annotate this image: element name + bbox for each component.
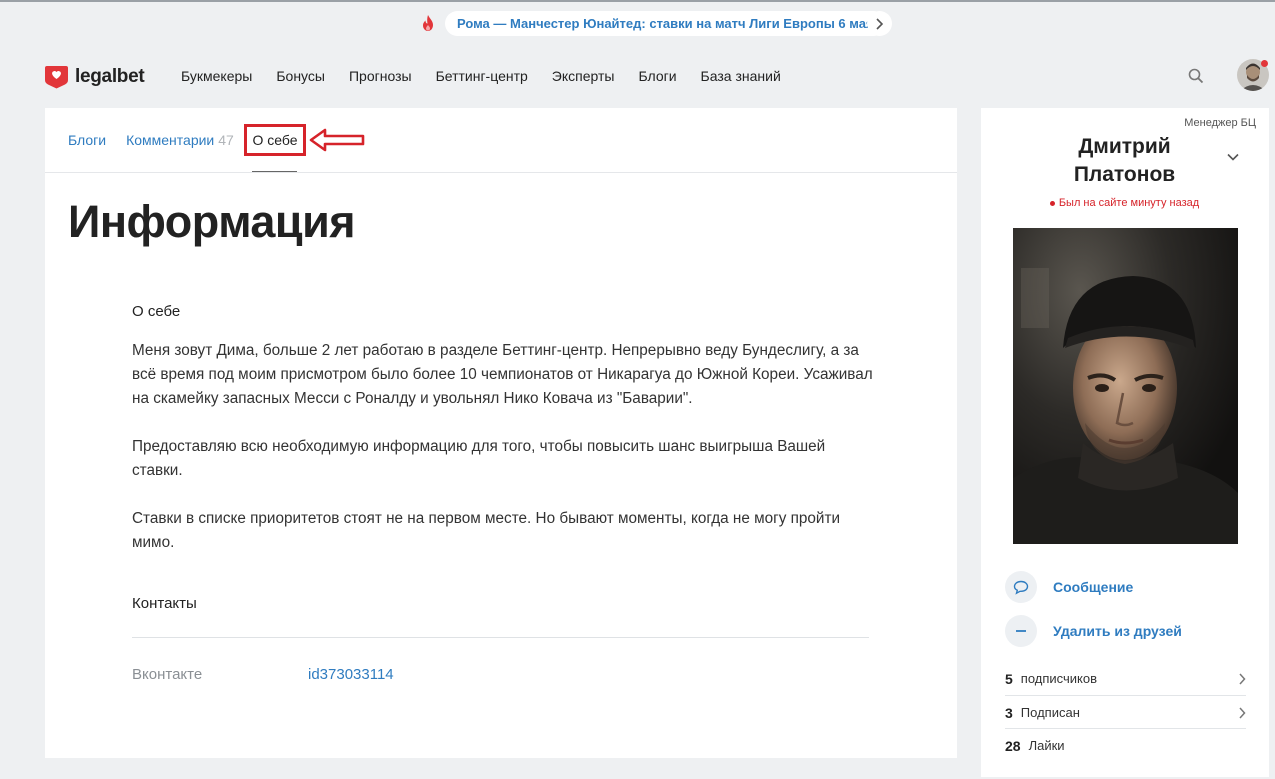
chevron-right-icon	[876, 18, 884, 30]
main-nav: Букмекеры Бонусы Прогнозы Беттинг-центр …	[181, 68, 805, 84]
nav-item-experts[interactable]: Эксперты	[552, 68, 615, 84]
nav-item-bonuses[interactable]: Бонусы	[276, 68, 325, 84]
contact-link-vk[interactable]: id373033114	[308, 666, 394, 683]
nav-item-predictions[interactable]: Прогнозы	[349, 68, 412, 84]
profile-photo-image	[1013, 228, 1238, 544]
following-label: Подписан	[1020, 705, 1080, 720]
chevron-right-icon	[1239, 707, 1246, 719]
tab-comments-label: Комментарии	[126, 132, 215, 148]
promo-next-button[interactable]	[867, 11, 892, 36]
tab-comments-count: 47	[218, 132, 234, 148]
unfriend-button-label: Удалить из друзей	[1053, 623, 1182, 639]
site-logo[interactable]: legalbet	[44, 64, 145, 89]
followers-count: 5	[1005, 670, 1013, 687]
user-name: Дмитрий Платонов	[981, 133, 1268, 189]
page-title: Информация	[68, 196, 356, 247]
tab-blogs[interactable]: Блоги	[68, 132, 106, 148]
message-icon	[1013, 580, 1029, 595]
message-button-label: Сообщение	[1053, 579, 1134, 595]
chevron-right-icon	[1239, 673, 1246, 685]
minus-icon-circle	[1005, 615, 1037, 647]
likes-label: Лайки	[1028, 738, 1065, 753]
search-icon[interactable]	[1188, 68, 1204, 84]
contacts-heading: Контакты	[132, 595, 197, 612]
promo-banner: Рома — Манчестер Юнайтед: ставки на матч…	[0, 2, 1275, 44]
fire-icon	[423, 15, 433, 31]
about-heading: О себе	[132, 303, 181, 320]
legalbet-logo-icon	[45, 66, 68, 89]
contacts-divider	[132, 637, 869, 638]
profile-main-card: Блоги Комментарии 47 О себе Информация О …	[45, 108, 957, 758]
minus-icon	[1016, 630, 1026, 632]
online-status-text: Был на сайте минуту назад	[1058, 197, 1200, 209]
user-first-name: Дмитрий	[1078, 135, 1171, 158]
contact-name-vk: Вконтакте	[132, 666, 203, 683]
online-dot	[1049, 200, 1055, 206]
stat-likes: 28 Лайки	[1005, 729, 1246, 762]
unfriend-button[interactable]: Удалить из друзей	[1005, 615, 1182, 647]
profile-tabs: Блоги Комментарии 47	[68, 132, 254, 148]
nav-item-bookmakers[interactable]: Букмекеры	[181, 68, 252, 84]
nav-item-knowledge-base[interactable]: База знаний	[701, 68, 781, 84]
about-paragraph: Предоставляю всю необходимую информацию …	[132, 438, 826, 479]
about-text: Меня зовут Дима, больше 2 лет работаю в …	[132, 339, 877, 579]
logo-text: legalbet	[75, 65, 145, 87]
stat-following[interactable]: 3 Подписан	[1005, 696, 1246, 729]
red-arrow-icon	[309, 128, 365, 152]
chevron-down-icon[interactable]	[1226, 152, 1240, 162]
followers-label: подписчиков	[1020, 671, 1098, 686]
following-count: 3	[1005, 704, 1013, 721]
nav-item-betting-center[interactable]: Беттинг-центр	[436, 68, 528, 84]
about-paragraph: Ставки в списке приоритетов стоят не на …	[132, 510, 841, 551]
notification-dot	[1261, 60, 1268, 67]
online-status: Был на сайте минуту назад	[981, 197, 1268, 209]
stat-followers[interactable]: 5 подписчиков	[1005, 662, 1246, 695]
profile-sidebar: Менеджер БЦ Дмитрий Платонов Был на сайт…	[981, 108, 1269, 777]
user-role: Менеджер БЦ	[1184, 117, 1256, 129]
tab-about[interactable]: О себе	[244, 124, 306, 156]
likes-count: 28	[1005, 737, 1021, 754]
message-button[interactable]: Сообщение	[1005, 571, 1133, 603]
tabs-divider	[45, 172, 957, 173]
about-paragraph: Меня зовут Дима, больше 2 лет работаю в …	[132, 342, 873, 407]
user-last-name: Платонов	[1073, 163, 1176, 186]
site-header: legalbet Букмекеры Бонусы Прогнозы Бетти…	[0, 44, 1275, 108]
promo-link[interactable]: Рома — Манчестер Юнайтед: ставки на матч…	[445, 11, 886, 36]
nav-item-blogs[interactable]: Блоги	[638, 68, 676, 84]
message-icon-circle	[1005, 571, 1037, 603]
profile-photo	[1013, 228, 1238, 544]
tab-comments[interactable]: Комментарии 47	[126, 132, 234, 148]
